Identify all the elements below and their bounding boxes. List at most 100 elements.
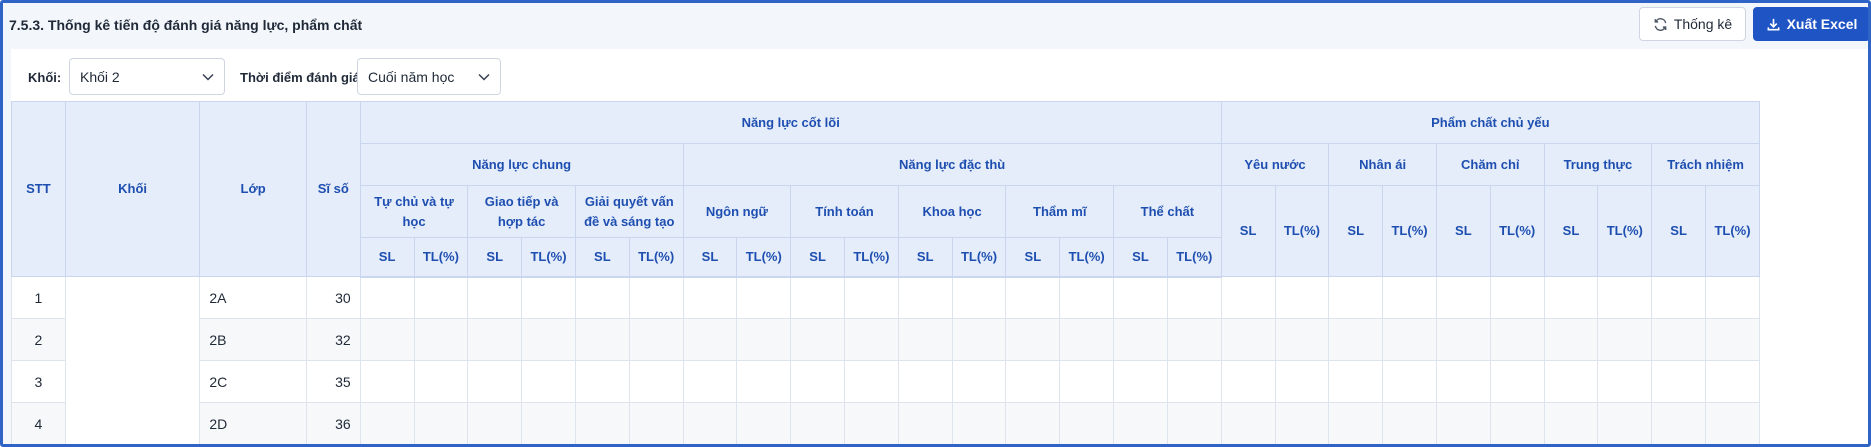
value-cell bbox=[521, 318, 576, 361]
tl-header: TL(%) bbox=[1705, 185, 1760, 277]
value-cell bbox=[1113, 360, 1168, 403]
stt-cell: 2 bbox=[11, 318, 66, 361]
grade-select[interactable]: Khối 2 bbox=[69, 58, 225, 95]
filter-bar: Khối: Khối 2 Thời điểm đánh giá: Cuối nă… bbox=[11, 49, 1868, 101]
quality-header: Trung thực bbox=[1543, 143, 1653, 186]
value-cell bbox=[1651, 402, 1707, 444]
time-select[interactable]: Cuối năm học bbox=[357, 58, 501, 95]
value-cell bbox=[1059, 318, 1115, 361]
col-header-stt: STT bbox=[11, 101, 66, 277]
stt-cell: 1 bbox=[11, 276, 66, 319]
value-cell bbox=[628, 276, 684, 319]
value-cell bbox=[736, 318, 792, 361]
value-cell bbox=[1597, 318, 1653, 361]
value-cell bbox=[1435, 402, 1491, 444]
export-excel-label: Xuất Excel bbox=[1786, 16, 1858, 32]
value-cell bbox=[467, 318, 523, 361]
competency-header: Giao tiếp và hợp tác bbox=[467, 185, 576, 238]
value-cell bbox=[844, 276, 899, 319]
quality-header: Yêu nước bbox=[1220, 143, 1330, 186]
tl-header: TL(%) bbox=[1059, 237, 1115, 278]
sl-header: SL bbox=[1113, 237, 1168, 278]
value-cell bbox=[1705, 402, 1760, 444]
value-cell bbox=[1651, 276, 1707, 319]
value-cell bbox=[897, 360, 953, 403]
value-cell bbox=[359, 276, 415, 319]
value-cell bbox=[790, 402, 845, 444]
sl-header: SL bbox=[1435, 185, 1491, 277]
tl-header: TL(%) bbox=[1382, 185, 1437, 277]
sl-header: SL bbox=[897, 237, 953, 278]
value-cell bbox=[1059, 402, 1115, 444]
value-cell bbox=[1220, 318, 1276, 361]
col-header-grade: Khối bbox=[64, 101, 201, 277]
value-cell bbox=[628, 318, 684, 361]
table-row: 4 2D 36 bbox=[11, 402, 1868, 444]
class-size-cell: 35 bbox=[305, 360, 361, 403]
value-cell bbox=[1005, 318, 1061, 361]
grade-cell bbox=[64, 276, 201, 444]
tl-header: TL(%) bbox=[844, 237, 899, 278]
quality-header: Chăm chỉ bbox=[1435, 143, 1545, 186]
statistics-button[interactable]: Thống kê bbox=[1639, 7, 1746, 41]
value-cell bbox=[1382, 318, 1437, 361]
page-title: 7.5.3. Thống kê tiến độ đánh giá năng lự… bbox=[9, 17, 363, 33]
tl-header: TL(%) bbox=[736, 237, 792, 278]
value-cell bbox=[844, 360, 899, 403]
class-size-cell: 36 bbox=[305, 402, 361, 444]
value-cell bbox=[1113, 276, 1168, 319]
value-cell bbox=[574, 360, 630, 403]
value-cell bbox=[790, 318, 845, 361]
chevron-down-icon bbox=[478, 73, 490, 81]
subgroup-header-general: Năng lực chung bbox=[359, 143, 684, 186]
value-cell bbox=[1543, 360, 1599, 403]
value-cell bbox=[521, 360, 576, 403]
value-cell bbox=[1489, 276, 1545, 319]
tl-header: TL(%) bbox=[1274, 185, 1330, 277]
competency-header: Giải quyết vấn đề và sáng tạo bbox=[574, 185, 684, 238]
chevron-down-icon bbox=[202, 73, 214, 81]
sl-header: SL bbox=[1328, 185, 1384, 277]
class-size-cell: 30 bbox=[305, 276, 361, 319]
value-cell bbox=[1113, 318, 1168, 361]
tl-header: TL(%) bbox=[951, 237, 1007, 278]
value-cell bbox=[1328, 276, 1384, 319]
value-cell bbox=[1005, 402, 1061, 444]
grade-select-value: Khối 2 bbox=[80, 68, 120, 85]
value-cell bbox=[521, 276, 576, 319]
value-cell bbox=[1651, 318, 1707, 361]
value-cell bbox=[1274, 402, 1330, 444]
value-cell bbox=[736, 360, 792, 403]
value-cell bbox=[413, 318, 469, 361]
sl-header: SL bbox=[467, 237, 523, 278]
sl-header: SL bbox=[682, 237, 738, 278]
competency-header: Thể chất bbox=[1113, 185, 1222, 238]
value-cell bbox=[1435, 276, 1491, 319]
tl-header: TL(%) bbox=[1166, 237, 1222, 278]
group-header-core-competencies: Năng lực cốt lõi bbox=[359, 101, 1222, 144]
value-cell bbox=[1274, 360, 1330, 403]
sl-header: SL bbox=[1651, 185, 1707, 277]
report-window: 7.5.3. Thống kê tiến độ đánh giá năng lự… bbox=[0, 0, 1871, 447]
value-cell bbox=[1543, 402, 1599, 444]
value-cell bbox=[1274, 318, 1330, 361]
table-body: 1 2A 30 2 2B 32 3 2C 35 4 2D 36 bbox=[11, 276, 1868, 444]
value-cell bbox=[1274, 276, 1330, 319]
quality-header: Trách nhiệm bbox=[1651, 143, 1760, 186]
time-filter-label: Thời điểm đánh giá: bbox=[240, 70, 365, 85]
export-excel-button[interactable]: Xuất Excel bbox=[1753, 7, 1868, 41]
value-cell bbox=[1435, 360, 1491, 403]
sl-header: SL bbox=[790, 237, 845, 278]
value-cell bbox=[467, 402, 523, 444]
sl-header: SL bbox=[359, 237, 415, 278]
value-cell bbox=[1166, 318, 1222, 361]
value-cell bbox=[1705, 318, 1760, 361]
value-cell bbox=[682, 318, 738, 361]
value-cell bbox=[574, 276, 630, 319]
value-cell bbox=[682, 402, 738, 444]
value-cell bbox=[682, 360, 738, 403]
sl-header: SL bbox=[1220, 185, 1276, 277]
value-cell bbox=[1113, 402, 1168, 444]
stt-cell: 3 bbox=[11, 360, 66, 403]
value-cell bbox=[1166, 276, 1222, 319]
